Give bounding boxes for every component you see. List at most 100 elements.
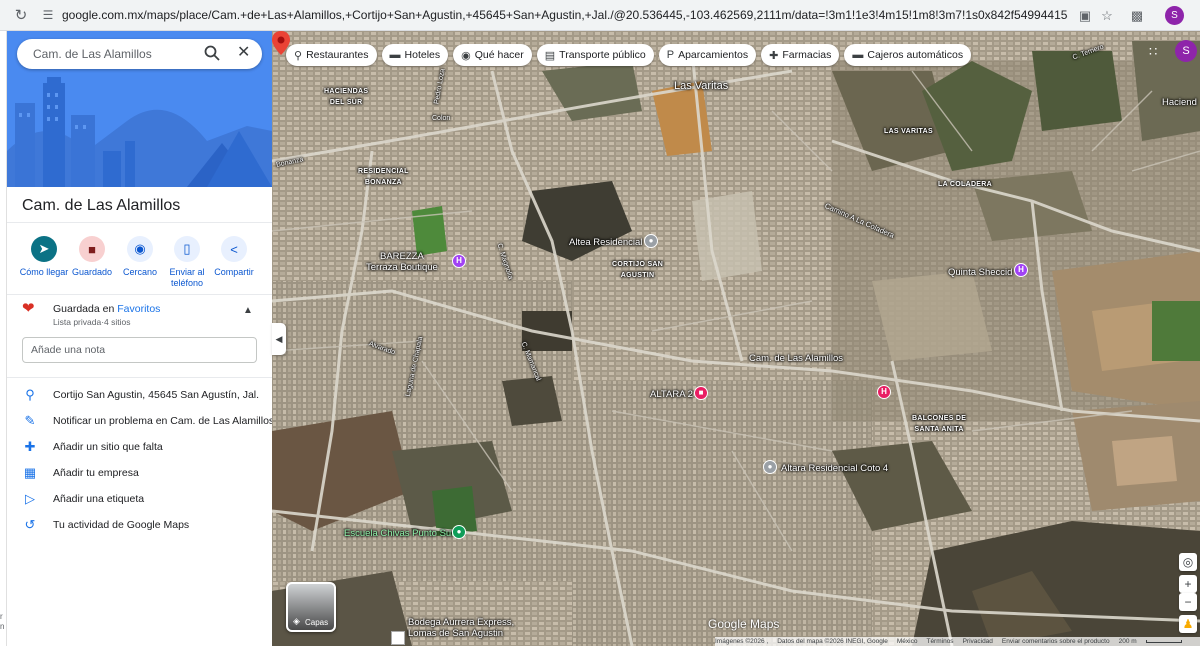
saved-list-link[interactable]: Favoritos	[117, 303, 160, 315]
hotel-icon: ▬	[389, 49, 401, 61]
saved-in-list[interactable]: ❤ Guardada en Favoritos Lista privada·4 …	[7, 301, 272, 331]
place-hero-illustration: Cam. de Las Alamillos ✕	[7, 31, 272, 187]
hospital-pin-icon[interactable]: H	[877, 385, 891, 399]
action-label: Enviar al teléfono	[169, 267, 205, 288]
restaurant-icon: ⚲	[294, 49, 303, 62]
street-label: Colon	[432, 115, 451, 122]
map-label-haciendas-del-sur: HACIENDAS DEL SUR	[324, 88, 369, 106]
close-icon[interactable]: ✕	[237, 43, 250, 63]
add-business-row[interactable]: ▦ Añadir tu empresa	[7, 464, 272, 484]
place-panel: Cam. de Las Alamillos ✕ Cam. de Las Alam…	[7, 31, 272, 646]
imagery-credit: Imágenes ©2026 ,	[715, 638, 769, 645]
search-box[interactable]: Cam. de Las Alamillos ✕	[17, 39, 262, 69]
report-problem-row[interactable]: ✎ Notificar un problema en Cam. de Las A…	[7, 412, 272, 432]
pegman-icon[interactable]: ♟	[1179, 615, 1197, 633]
history-icon: ↺	[24, 517, 36, 532]
report-problem-text: Notificar un problema en Cam. de Las Ala…	[53, 415, 272, 427]
selected-place-pin-icon[interactable]	[272, 31, 290, 55]
saved-text: Guardada en Favoritos	[53, 303, 161, 315]
phone-icon: ▯	[174, 236, 200, 262]
map-label-altara-coto: Altara Residencial Coto 4	[781, 463, 889, 474]
action-label: Cómo llegar	[19, 267, 69, 277]
store-icon	[391, 631, 405, 645]
feedback-link[interactable]: Enviar comentarios sobre el producto	[1002, 638, 1110, 645]
action-label: Compartir	[214, 267, 254, 277]
layers-label: Capas	[305, 618, 329, 627]
place-pin-icon[interactable]: ●	[763, 460, 777, 474]
map-label-selected-place: Cam. de Las Alamillos	[749, 353, 843, 364]
map-label-cortijo: CORTIJO SAN AGUSTIN	[612, 261, 664, 279]
shopping-pin-icon[interactable]: ■	[694, 386, 708, 400]
zoom-out-button[interactable]: −	[1179, 593, 1197, 611]
terms-link[interactable]: Términos	[926, 638, 953, 645]
hotel-pin-icon[interactable]: H	[452, 254, 466, 268]
map-label-balcones: BALCONES DE SANTA ANITA	[912, 415, 967, 433]
account-avatar[interactable]: S	[1175, 40, 1197, 62]
action-label: Guardado	[71, 267, 113, 277]
note-placeholder: Añade una nota	[31, 344, 106, 356]
camera-icon: ◉	[461, 49, 471, 62]
layers-button[interactable]: ◈ Capas	[286, 582, 336, 632]
chip-transit[interactable]: ▤ Transporte público	[536, 44, 654, 66]
chip-atms[interactable]: ▬ Cajeros automáticos	[844, 44, 972, 66]
chip-pharmacies[interactable]: ✚ Farmacias	[761, 44, 840, 66]
reload-icon[interactable]: ↻	[12, 7, 30, 25]
address-row[interactable]: ⚲ Cortijo San Agustin, 45645 San Agustín…	[7, 386, 272, 406]
saved-subtitle: Lista privada·4 sitios	[53, 317, 131, 327]
map-label-las-varitas: Las Varitas	[674, 80, 729, 92]
install-app-icon[interactable]: ▣	[1076, 7, 1094, 25]
map-label-quinta: Quinta Sheccid	[948, 267, 1013, 278]
add-label-row[interactable]: ▷ Añadir una etiqueta	[7, 490, 272, 510]
add-place-icon: ✚	[24, 439, 36, 454]
site-info-icon[interactable]: ☰	[40, 7, 56, 23]
directions-button[interactable]: ➤ Cómo llegar	[17, 236, 71, 278]
collapse-panel-button[interactable]: ◀	[272, 323, 286, 355]
chip-things-to-do[interactable]: ◉ Qué hacer	[453, 44, 532, 66]
note-field[interactable]: Añade una nota	[22, 337, 257, 363]
map-label-altara2: ALTARA 2	[650, 389, 693, 400]
divider	[7, 294, 272, 295]
maps-activity-row[interactable]: ↺ Tu actividad de Google Maps	[7, 516, 272, 536]
saved-button[interactable]: ■ Guardado	[65, 236, 119, 278]
edge-char: r	[0, 612, 3, 621]
map-label-bodega: Bodega Aurrera Express, Lomas de San Agu…	[408, 617, 515, 639]
browser-profile-avatar[interactable]: S	[1165, 6, 1184, 25]
layers-icon: ◈	[293, 616, 300, 626]
transit-icon: ▤	[544, 49, 556, 62]
apps-grid-icon[interactable]: ∷	[1149, 44, 1157, 60]
nearby-button[interactable]: ◉ Cercano	[113, 236, 167, 278]
send-to-phone-button[interactable]: ▯ Enviar al teléfono	[160, 236, 214, 289]
category-chips: ⚲ Restaurantes ▬ Hoteles ◉ Qué hacer ▤ Trans…	[286, 44, 972, 66]
chip-restaurants[interactable]: ⚲ Restaurantes	[286, 44, 377, 66]
label-icon: ▷	[25, 491, 35, 506]
pharmacy-icon: ✚	[769, 49, 779, 62]
divider	[7, 222, 272, 223]
directions-icon: ➤	[31, 236, 57, 262]
school-pin-icon[interactable]: ●	[452, 525, 466, 539]
search-icon[interactable]	[203, 44, 221, 62]
chip-parking[interactable]: P Aparcamientos	[658, 44, 757, 66]
extensions-icon[interactable]: ▩	[1128, 7, 1146, 25]
my-location-icon[interactable]: ◎	[1179, 553, 1197, 571]
zoom-in-button[interactable]: +	[1179, 575, 1197, 593]
address-text: Cortijo San Agustin, 45645 San Agustín, …	[53, 389, 260, 401]
map-label-residencial-bonanza: RESIDENCIAL BONANZA	[358, 168, 409, 186]
privacy-link[interactable]: Privacidad	[963, 638, 993, 645]
map-label-altea: Altea Residencial	[569, 237, 643, 248]
country-link[interactable]: México	[897, 638, 918, 645]
map-label-la-coladera: LA COLADERA	[938, 181, 992, 188]
bookmark-icon: ■	[79, 236, 105, 262]
add-place-row[interactable]: ✚ Añadir un sitio que falta	[7, 438, 272, 458]
satellite-map[interactable]: ⚲ Restaurantes ▬ Hoteles ◉ Qué hacer ▤ Trans…	[272, 31, 1200, 646]
share-button[interactable]: < Compartir	[207, 236, 261, 278]
bookmark-star-icon[interactable]: ☆	[1098, 7, 1116, 25]
place-pin-icon[interactable]: ●	[644, 234, 658, 248]
hotel-pin-icon[interactable]: H	[1014, 263, 1028, 277]
scale-label[interactable]: 200 m	[1119, 638, 1137, 645]
chip-hotels[interactable]: ▬ Hoteles	[381, 44, 449, 66]
chevron-up-icon[interactable]: ▲	[243, 305, 253, 316]
map-label-barezza: BAREZZA Terraza Boutique	[366, 251, 438, 273]
divider	[7, 377, 272, 378]
search-input[interactable]: Cam. de Las Alamillos	[33, 47, 152, 61]
address-bar[interactable]: google.com.mx/maps/place/Cam.+de+Las+Ala…	[62, 8, 1068, 24]
